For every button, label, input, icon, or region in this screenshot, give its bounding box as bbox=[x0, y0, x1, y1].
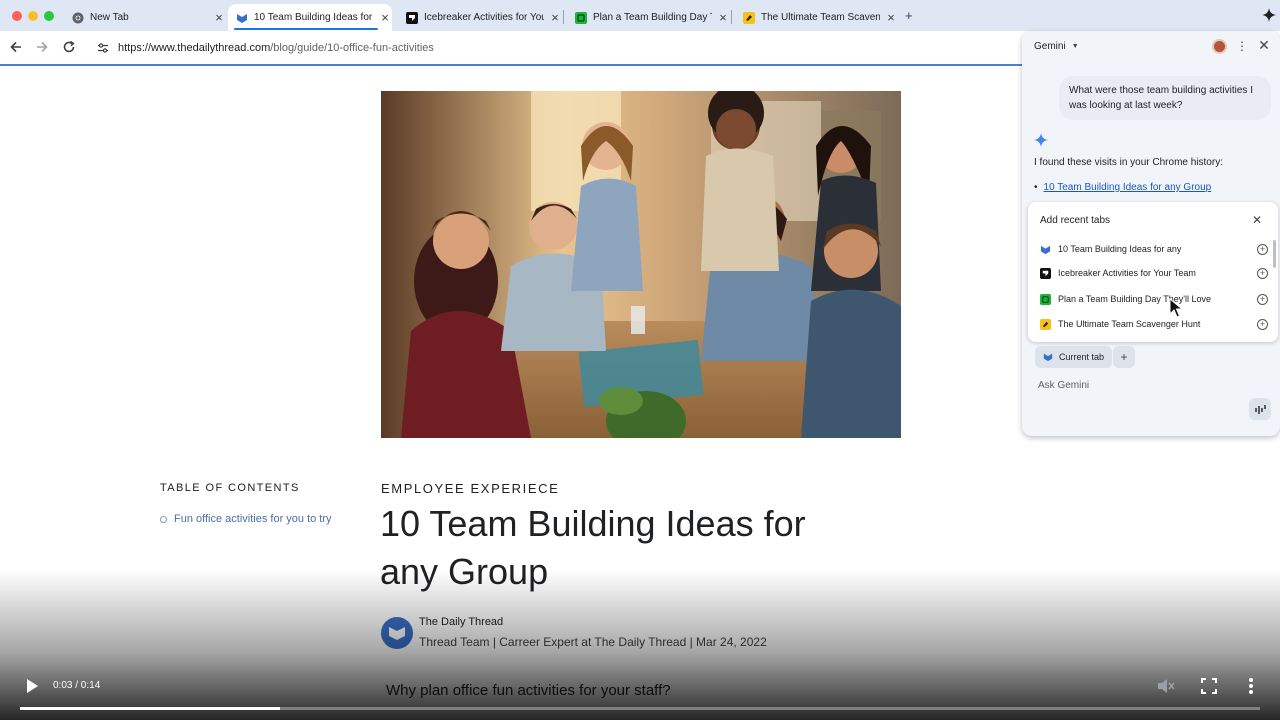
gemini-spark-icon[interactable] bbox=[1262, 8, 1276, 22]
recent-tab-item[interactable]: Icebreaker Activities for Your Team + bbox=[1040, 262, 1268, 284]
close-window-button[interactable] bbox=[12, 11, 22, 21]
toc-item-label: Fun office activities for you to try bbox=[174, 513, 332, 525]
tab-label: 10 Team Building Ideas for any Group bbox=[254, 12, 374, 23]
toc-item[interactable]: Fun office activities for you to try bbox=[160, 513, 332, 525]
recent-tab-label: The Ultimate Team Scavenger Hunt bbox=[1058, 319, 1201, 329]
daily-thread-icon bbox=[1040, 244, 1051, 255]
history-result: • 10 Team Building Ideas for any Group bbox=[1034, 182, 1211, 193]
tab-team-building[interactable]: 10 Team Building Ideas for any Group × bbox=[228, 4, 392, 31]
plan-icon bbox=[575, 11, 587, 24]
more-options-icon[interactable] bbox=[1244, 676, 1258, 696]
profile-avatar[interactable] bbox=[1212, 39, 1227, 54]
video-progress-fill bbox=[20, 707, 281, 710]
recent-tabs-title: Add recent tabs bbox=[1040, 215, 1111, 226]
reload-icon[interactable] bbox=[59, 37, 79, 57]
kebab-menu-icon[interactable]: ⋮ bbox=[1236, 39, 1248, 55]
gemini-reply: I found these visits in your Chrome hist… bbox=[1034, 157, 1223, 168]
current-tab-chip[interactable]: Current tab bbox=[1035, 346, 1113, 368]
url-path: /blog/guide/10-office-fun-activities bbox=[270, 42, 434, 54]
gemini-model-selector[interactable]: Gemini ▼ bbox=[1034, 41, 1079, 52]
recent-tab-item[interactable]: Plan a Team Building Day They'll Love + bbox=[1040, 288, 1268, 310]
add-circle-icon[interactable]: + bbox=[1257, 267, 1268, 279]
bullet-icon: • bbox=[1034, 182, 1038, 193]
hero-image bbox=[381, 91, 901, 438]
close-tab-icon[interactable]: × bbox=[884, 10, 898, 25]
add-circle-icon[interactable]: + bbox=[1257, 318, 1268, 330]
toc-title: TABLE OF CONTENTS bbox=[160, 482, 300, 494]
recent-tab-label: Plan a Team Building Day They'll Love bbox=[1058, 294, 1211, 304]
minimize-window-button[interactable] bbox=[28, 11, 38, 21]
history-link[interactable]: 10 Team Building Ideas for any Group bbox=[1044, 182, 1212, 193]
scavenger-icon bbox=[1040, 318, 1051, 330]
recent-tab-label: Icebreaker Activities for Your Team bbox=[1058, 268, 1196, 278]
icebreaker-icon bbox=[406, 11, 418, 24]
close-tab-icon[interactable]: × bbox=[212, 10, 226, 25]
toc-bullet-icon bbox=[160, 515, 167, 523]
article-category: EMPLOYEE EXPERIECE bbox=[381, 481, 560, 496]
chrome-icon bbox=[72, 12, 84, 24]
close-tab-icon[interactable]: × bbox=[548, 10, 562, 25]
video-time: 0:03 / 0:14 bbox=[53, 680, 101, 691]
new-tab-button[interactable]: + bbox=[905, 8, 913, 23]
recent-tab-item[interactable]: The Ultimate Team Scavenger Hunt + bbox=[1040, 313, 1268, 335]
recent-tabs-popup: Add recent tabs ✕ 10 Team Building Ideas… bbox=[1028, 202, 1278, 342]
site-settings-icon[interactable] bbox=[96, 41, 110, 55]
tab-label: The Ultimate Team Scavenger Hunt bbox=[761, 12, 880, 23]
tab-new-tab[interactable]: New Tab × bbox=[62, 4, 226, 31]
add-context-button[interactable]: + bbox=[1113, 346, 1135, 368]
add-circle-icon[interactable]: + bbox=[1257, 243, 1268, 255]
play-icon[interactable] bbox=[24, 677, 40, 695]
tab-scavenger-hunt[interactable]: The Ultimate Team Scavenger Hunt × bbox=[734, 4, 898, 31]
caret-down-icon: ▼ bbox=[1071, 43, 1079, 50]
tab-strip: New Tab × 10 Team Building Ideas for any… bbox=[0, 0, 1280, 31]
section-heading: Why plan office fun activities for your … bbox=[386, 682, 671, 699]
back-arrow-icon[interactable] bbox=[6, 37, 26, 57]
close-popup-icon[interactable]: ✕ bbox=[1252, 213, 1262, 227]
plan-icon bbox=[1040, 293, 1051, 305]
current-tab-label: Current tab bbox=[1059, 352, 1105, 362]
add-circle-icon[interactable]: + bbox=[1257, 293, 1268, 305]
volume-muted-icon[interactable] bbox=[1156, 677, 1176, 695]
daily-thread-icon bbox=[236, 12, 248, 24]
close-tab-icon[interactable]: × bbox=[378, 10, 392, 25]
mouse-pointer-icon bbox=[1169, 297, 1184, 318]
article-title: 10 Team Building Ideas for any Group bbox=[380, 503, 806, 592]
icebreaker-icon bbox=[1040, 267, 1051, 279]
forward-arrow-icon[interactable] bbox=[32, 37, 52, 57]
url-text: https://www.thedailythread.com/blog/guid… bbox=[118, 42, 434, 54]
voice-input-icon[interactable] bbox=[1249, 398, 1271, 420]
author-avatar bbox=[381, 617, 413, 649]
recent-tab-item[interactable]: 10 Team Building Ideas for any + bbox=[1040, 238, 1268, 260]
gemini-title: Gemini bbox=[1034, 41, 1066, 52]
tab-label: Icebreaker Activities for Your Team bbox=[424, 12, 544, 23]
address-bar[interactable]: https://www.thedailythread.com/blog/guid… bbox=[88, 35, 1024, 61]
close-panel-icon[interactable]: ✕ bbox=[1256, 37, 1272, 55]
scavenger-icon bbox=[743, 11, 755, 24]
gemini-panel: Gemini ▼ ⋮ ✕ What were those team buildi… bbox=[1022, 31, 1280, 436]
author-name: The Daily Thread bbox=[419, 616, 504, 628]
popup-scrollbar[interactable] bbox=[1273, 240, 1276, 268]
video-progress-bar[interactable] bbox=[20, 707, 1260, 710]
ask-gemini-input[interactable]: Ask Gemini bbox=[1038, 380, 1089, 391]
gemini-sparkle-icon bbox=[1034, 133, 1048, 147]
recent-tab-label: 10 Team Building Ideas for any bbox=[1058, 244, 1182, 254]
url-host: https://www.thedailythread.com bbox=[118, 42, 271, 54]
tab-label: New Tab bbox=[90, 12, 129, 23]
tab-icebreaker[interactable]: Icebreaker Activities for Your Team × bbox=[398, 4, 562, 31]
user-message: What were those team building activities… bbox=[1059, 76, 1271, 120]
tab-plan-day[interactable]: Plan a Team Building Day They'll Love × bbox=[566, 4, 730, 31]
author-meta: Thread Team | Carreer Expert at The Dail… bbox=[419, 635, 767, 649]
fullscreen-icon[interactable] bbox=[1200, 677, 1218, 695]
tab-label: Plan a Team Building Day They'll Love bbox=[593, 12, 712, 23]
zoom-window-button[interactable] bbox=[44, 11, 54, 21]
close-tab-icon[interactable]: × bbox=[716, 10, 730, 25]
daily-thread-icon bbox=[1043, 352, 1053, 362]
